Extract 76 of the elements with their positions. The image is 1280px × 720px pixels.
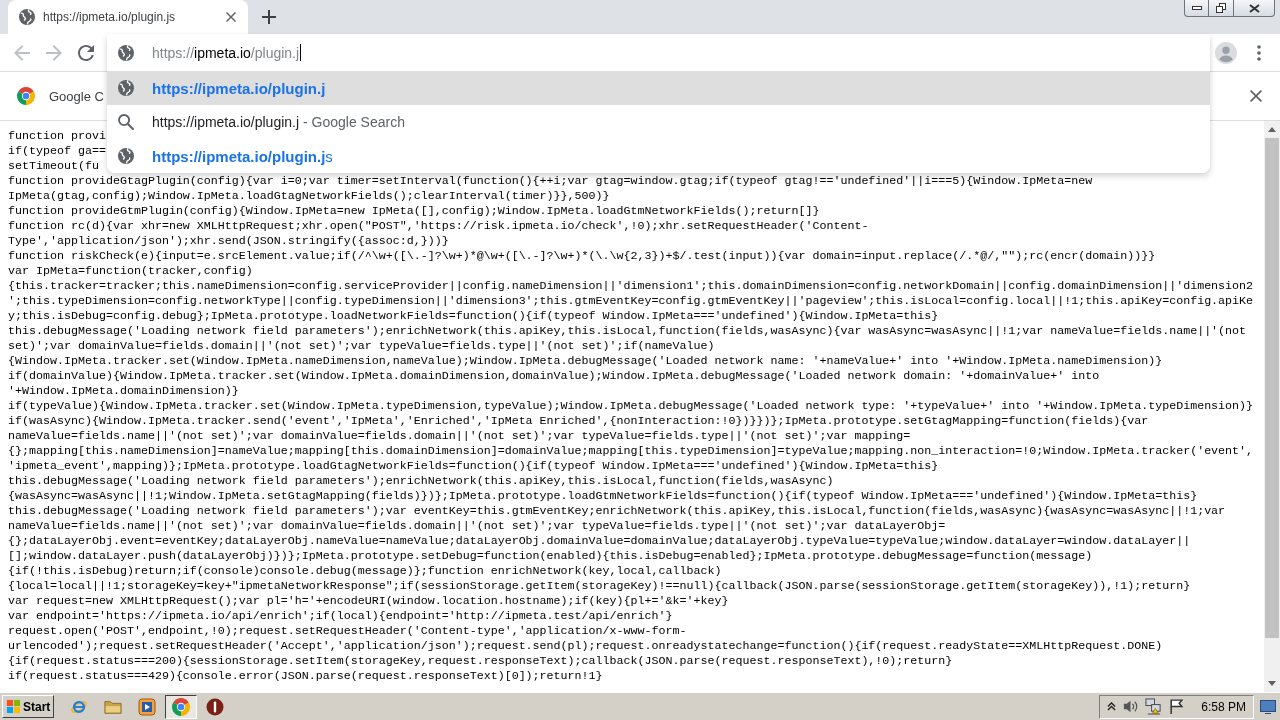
menu-icon[interactable] xyxy=(1257,44,1261,61)
code-line: if(domainValue){Window.IpMeta.tracker.set(Window.IpMeta.domainDimension,domainValue);Window.IpMeta.debugMessage('Loaded network domain: '+domainValue+' into xyxy=(8,369,1100,384)
code-line: request.open('POST',endpoint,!0);request.setRequestHeader('Content-type','application/x-www-form- xyxy=(8,624,687,639)
minimize-icon xyxy=(1191,6,1202,10)
code-line: function provi xyxy=(8,129,106,144)
code-line: this.debugMessage('Loading network field parameters');enrichNetwork(this.apiKey,this.isLocal,function(fields,wasAsync){var wasAsync=wasAsync||!1;var nameValue=fields.name||'(not xyxy=(8,324,1247,339)
code-line: {if(!this.isDebug)return;if(console)console.debug(message)};function enrichNetwork(key,local,callback) xyxy=(8,564,722,579)
browser-tab[interactable]: https://ipmeta.io/plugin.js xyxy=(8,0,248,34)
code-line: this.debugMessage('Loading network field parameters');var eventKey=this.gtmEventKey;enrichNetwork(this.apiKey,this.isLocal,function(fields,wasAsync){wasAsync=wasAsync||!1;var xyxy=(8,504,1226,519)
code-line: function provideGtagPlugin(config){var i=0;var timer=setInterval(function(){++i;var gtag=window.gtag;if(typeof gtag!=='undefined'||i===5){Window.IpMeta=new xyxy=(8,174,1093,189)
code-line: nameValue=fields.name||'(not set)';var domainValue=fields.domain||'(not set)';var typeValue=fields.type||'(not set)';var mapping= xyxy=(8,429,911,444)
code-line: function rc(d){var xhr=new XMLHttpRequest;xhr.open("POST",'https://risk.ipmeta.io/check',!0);xhr.setRequestHeader('Content- xyxy=(8,219,869,234)
close-icon[interactable] xyxy=(226,12,236,22)
code-line: ';this.typeDimension=config.networkType||config.typeDimension||'dimension3';this.gtmEventKey=config.gtmEventKey||'pageview';this.isLocal=config.local||!1;this.apiKey=config.apiKe xyxy=(8,294,1254,309)
code-line: if(wasAsync){Window.IpMeta.tracker.send('event','IpMeta','Enriched','IpMeta Enriched',{nonInteraction:!0})}})};IpMeta.prototype.setGtagMapping=function(fields){var xyxy=(8,414,1149,429)
code-line: var endpoint='https://ipmeta.io/api/enrich';if(local){endpoint='http://ipmeta.test/api/enrich'} xyxy=(8,609,673,624)
clock-time[interactable]: 6:58 PM xyxy=(1201,699,1246,714)
close-icon[interactable] xyxy=(1250,90,1262,102)
code-line: nameValue=fields.name||'(not set)';var domainValue=fields.domain||'(not set)';var typeValue=fields.type||'(not set)';var dataLayerObj= xyxy=(8,519,946,534)
network-icon[interactable] xyxy=(1145,698,1163,715)
browser-logo-icon xyxy=(172,697,190,716)
speaker-icon[interactable] xyxy=(1122,698,1140,715)
browser-logo-icon xyxy=(17,87,35,105)
scroll-down-icon[interactable] xyxy=(1268,681,1276,686)
code-line: setTimeout(fu xyxy=(8,159,99,174)
suggestion-item[interactable]: https://ipmeta.io/plugin.js xyxy=(107,139,1210,173)
avatar-icon[interactable] xyxy=(1215,41,1237,64)
restore-icon xyxy=(1216,3,1226,13)
code-line: IpMeta(gtag,config);Window.IpMeta.loadGtagNetworkFields();clearInterval(timer)}},500)} xyxy=(8,189,610,204)
globe-icon xyxy=(118,80,134,96)
code-line: y;this.isDebug=config.debug};IpMeta.prototype.loadNetworkFields=function(){if(typeof Window.IpMeta==='undefined'){Window.IpMeta=this} xyxy=(8,309,939,324)
show-desktop-icon[interactable] xyxy=(1260,699,1276,714)
search-icon xyxy=(118,114,134,130)
close-window-button[interactable] xyxy=(1234,0,1275,17)
address-field[interactable]: https://ipmeta.io/plugin.j xyxy=(152,34,1210,71)
reload-icon[interactable] xyxy=(78,44,94,61)
code-line: [];window.dataLayer.push(dataLayerObj)})};IpMeta.prototype.setDebug=function(enabled){this.isDebug=enabled};IpMeta.prototype.debugMessage=function(message) xyxy=(8,549,1093,564)
code-line: if(request.status===429){console.error(JSON.parse(request.responseText)[0]);return!1} xyxy=(8,669,603,684)
code-line: {this.tracker=tracker;this.nameDimension=config.serviceProvider||config.nameDimension||'dimension1';this.domainDimension=config.networkDomain||config.domainDimension||'dimension2 xyxy=(8,279,1254,294)
code-line: {if(request.status===200){sessionStorage.setItem(storageKey,request.responseText);callback(JSON.parse(request.responseText),!0);return} xyxy=(8,654,953,669)
code-line: set)';var domainValue=fields.domain||'(not set)';var typeValue=fields.type||'(not set)';if(nameValue) xyxy=(8,339,715,354)
flag-icon[interactable] xyxy=(1168,698,1186,715)
code-line: this.debugMessage('Loading network field parameters');enrichNetwork(this.apiKey,this.isLocal,function(fields,wasAsync) xyxy=(8,474,834,489)
globe-icon xyxy=(118,44,134,61)
infobar-message: Google C xyxy=(49,88,104,104)
chevron-up-icon[interactable] xyxy=(1107,702,1117,711)
minimize-button[interactable] xyxy=(1184,0,1208,17)
code-line: if(typeof ga== xyxy=(8,144,106,159)
code-line: {local=local||!1;storageKey=key+"ipmetaNetworkResponse";if(sessionStorage.getItem(storageKey)!==null){callback(JSON.parse(sessionStorage.getItem(storageKey)),!1);return} xyxy=(8,579,1191,594)
code-line: {};dataLayerObj.event=eventKey;dataLayerObj.nameValue=nameValue;dataLayerObj.domainValue=domainValue;dataLayerObj.typeValue=typeValue;window.dataLayer=window.dataLayer|| xyxy=(8,534,1191,549)
code-line: function riskCheck(e){input=e.srcElement.value;if(/^\w+([\.-]?\w+)*@\w+([\.-]?\w+)*(\.\w{2,3})+$/.test(input)){var domain=input.replace(/.*@/,"");rc(encr(domain))}} xyxy=(8,249,1156,264)
globe-icon xyxy=(118,148,134,164)
code-line: Type','application/json');xhr.send(JSON.stringify({assoc:d,}))} xyxy=(8,234,449,249)
close-icon xyxy=(1248,3,1260,13)
start-button[interactable]: Start xyxy=(2,695,54,718)
code-line: var request=new XMLHttpRequest();var pl='h='+encodeURI(window.location.hostname);if(key){pl+='&k='+key} xyxy=(8,594,729,609)
globe-icon xyxy=(19,9,35,25)
taskbar-button[interactable] xyxy=(165,694,197,719)
code-line: var IpMeta=function(tracker,config) xyxy=(8,264,253,279)
code-line: 'ipmeta_event',mapping)};IpMeta.prototype.loadGtagNetworkFields=function(){if(typeof Window.IpMeta==='undefined'){Window.IpMeta=this} xyxy=(8,459,939,474)
code-line: {wasAsync=wasAsync||!1;Window.IpMeta.setGtagMapping(fields)})};IpMeta.prototype.loadGtmNetworkFields=function(){if(typeof Window.IpMeta==='undefined'){Window.IpMeta=this} xyxy=(8,489,1198,504)
play-button-icon xyxy=(138,697,156,716)
suggestion-item[interactable]: https://ipmeta.io/plugin.j - Google Search xyxy=(107,105,1210,139)
plus-icon[interactable] xyxy=(262,10,276,24)
window-logo-icon xyxy=(6,699,21,714)
code-line: urlencoded');request.setRequestHeader('Accept','application/json');request.send(pl);request.onreadystatechange=function(){if(request.readyState==XMLHttpRequest.DONE) xyxy=(8,639,1163,654)
circle-bar-icon xyxy=(206,697,224,716)
code-line: '+Window.IpMeta.domainDimension)} xyxy=(8,384,239,399)
code-line: if(typeValue){Window.IpMeta.tracker.set(Window.IpMeta.typeDimension,typeValue);Window.IpMeta.debugMessage('Loaded network type: '+typeValue+' into '+Window.IpMeta.typeDimension)} xyxy=(8,399,1254,414)
scroll-up-icon[interactable] xyxy=(1268,127,1276,132)
scrollbar[interactable] xyxy=(1264,121,1280,692)
code-line: {Window.IpMeta.tracker.set(Window.IpMeta.nameDimension,nameValue);Window.IpMeta.debugMessage('Loaded network name: '+nameValue+' into '+Window.IpMeta.nameDimension)} xyxy=(8,354,1163,369)
restore-button[interactable] xyxy=(1208,0,1234,17)
code-line: function provideGtmPlugin(config){Window.IpMeta=new IpMeta([],config);Window.IpMeta.loadGtmNetworkFields();return[]} xyxy=(8,204,820,219)
scrollbar-thumb[interactable] xyxy=(1265,138,1279,638)
code-line: {};mapping[this.nameDimension]=nameValue;mapping[this.domainDimension]=domainValue;mapping[this.typeDimension]=typeValue;mapping.non_interaction=!0;Window.IpMeta.tracker('event', xyxy=(8,444,1254,459)
